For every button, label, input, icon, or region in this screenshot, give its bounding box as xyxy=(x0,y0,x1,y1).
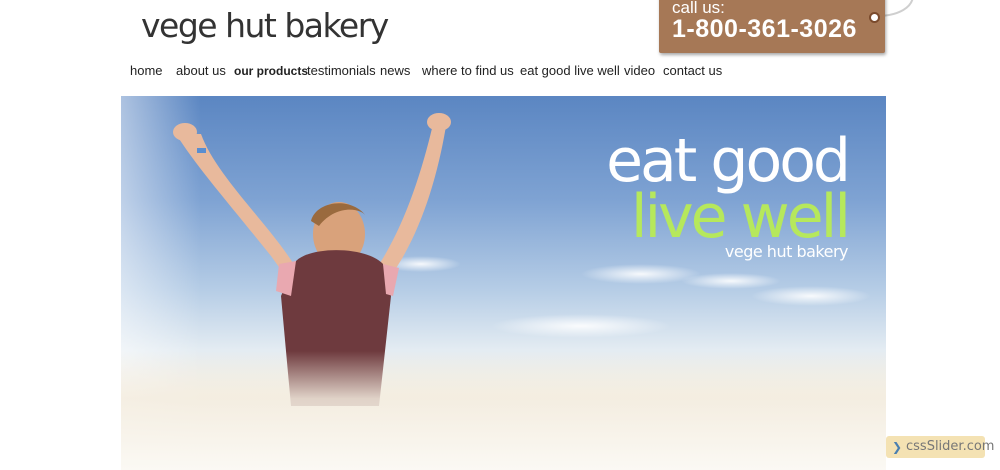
chevron-right-icon: ❯ xyxy=(892,440,903,454)
nav-testimonials[interactable]: testimonials xyxy=(307,61,376,81)
nav-where-to-find-us[interactable]: where to find us xyxy=(422,61,514,81)
nav-eat-good-live-well[interactable]: eat good live well xyxy=(520,61,620,81)
nav-home[interactable]: home xyxy=(130,61,163,81)
nav-news[interactable]: news xyxy=(380,61,410,81)
nav-about-us[interactable]: about us xyxy=(176,61,226,81)
headline-line-2: live well xyxy=(630,182,851,252)
hero-slider[interactable]: eat good live well vege hut bakery xyxy=(121,96,886,470)
nav-video[interactable]: video xyxy=(624,61,655,81)
nav-contact-us[interactable]: contact us xyxy=(663,61,722,81)
hero-headline: eat good live well vege hut bakery xyxy=(606,131,851,262)
badge-label: cssSlider.com xyxy=(906,439,995,454)
css-slider-badge[interactable]: ❯ cssSlider.com xyxy=(886,436,994,458)
nav-our-products[interactable]: our products xyxy=(234,61,308,81)
phone-tag: call us: 1-800-361-3026 xyxy=(659,0,885,53)
site-logo[interactable]: vege hut bakery xyxy=(141,4,389,48)
main-nav: home about us our products testimonials … xyxy=(121,61,761,81)
tag-hole-icon xyxy=(869,12,880,23)
phone-number[interactable]: 1-800-361-3026 xyxy=(672,14,857,44)
